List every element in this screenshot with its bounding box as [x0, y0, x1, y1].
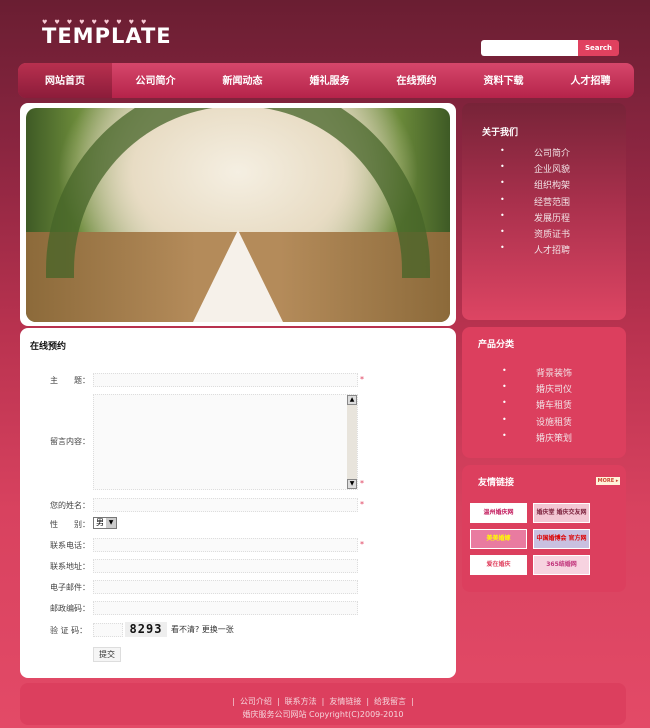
about-link[interactable]: • 资质证书 — [500, 227, 570, 243]
required-mark: * — [360, 540, 364, 549]
footer-links: | 公司介绍 | 联系方法 | 友情链接 | 给我留言 | — [232, 697, 414, 706]
bullet-icon: • — [502, 430, 507, 440]
product-link[interactable]: • 婚庆司仪 — [502, 382, 572, 398]
links-panel: 友情链接 MORE ▸ 温州婚庆网 wzmarry.com 婚庆堂 婚庆交友网站… — [462, 465, 626, 592]
wedding-hall-image — [26, 108, 450, 322]
required-mark: * — [360, 479, 364, 488]
product-link[interactable]: • 背景装饰 — [502, 366, 572, 382]
products-title: 产品分类 — [478, 340, 515, 350]
about-link[interactable]: • 企业风貌 — [500, 162, 570, 178]
required-mark: * — [360, 375, 364, 384]
subject-input[interactable] — [93, 373, 358, 387]
form-title: 在线预约 — [30, 342, 67, 352]
required-mark: * — [360, 500, 364, 509]
bullet-icon: • — [500, 243, 505, 253]
captcha-input[interactable] — [93, 623, 123, 637]
nav-about[interactable]: 公司简介 — [112, 63, 199, 98]
submit-button[interactable]: 提交 — [93, 647, 121, 662]
about-link[interactable]: • 人才招聘 — [500, 243, 570, 259]
bullet-icon: • — [500, 146, 505, 155]
footer-link[interactable]: 给我留言 — [374, 697, 406, 706]
bullet-icon: • — [500, 178, 505, 188]
phone-input[interactable] — [93, 538, 358, 552]
more-button[interactable]: MORE ▸ — [596, 477, 620, 485]
logo-hearts-icon: ♥♥♥♥♥♥♥♥♥ — [42, 19, 154, 26]
name-input[interactable] — [93, 498, 358, 512]
about-link[interactable]: • 经营范围 — [500, 195, 570, 211]
product-link[interactable]: • 设施租赁 — [502, 415, 572, 431]
nav-jobs[interactable]: 人才招聘 — [547, 63, 634, 98]
nav-booking[interactable]: 在线预约 — [373, 63, 460, 98]
footer-link[interactable]: 友情链接 — [329, 697, 361, 706]
nav-news[interactable]: 新闻动态 — [199, 63, 286, 98]
scroll-down-icon[interactable]: ▼ — [347, 479, 357, 489]
footer-link[interactable]: 联系方法 — [285, 697, 317, 706]
logo-text: TEMPLATE — [42, 24, 172, 48]
banner — [20, 103, 456, 326]
scroll-up-icon[interactable]: ▲ — [347, 395, 357, 405]
bullet-icon: • — [502, 398, 507, 408]
products-panel: 产品分类 • 背景装饰 • 婚庆司仪 • 婚车租赁 • 设施租赁 • 婚庆策划 — [462, 327, 626, 458]
footer-link[interactable]: 公司介绍 — [240, 697, 272, 706]
booking-form: 在线预约 主 题： * 留言内容： ▲ ▼ * 您的姓名： * 性 别： 男 ▼ 联… — [20, 328, 456, 678]
about-link[interactable]: • 组织构架 — [500, 178, 570, 194]
scrollbar[interactable]: ▲ ▼ — [347, 395, 357, 489]
link-banner[interactable]: 美美婚嫁 — [470, 529, 527, 549]
product-link[interactable]: • 婚车租赁 — [502, 398, 572, 414]
nav-home[interactable]: 网站首页 — [18, 63, 112, 98]
link-banner[interactable]: 中国婚博会 官方网站 — [533, 529, 590, 549]
copyright: 婚庆服务公司网站 Copyright(C)2009-2010 — [242, 710, 404, 719]
about-link[interactable]: • 公司简介 — [500, 146, 570, 162]
link-banner[interactable]: 婚庆堂 婚庆交友网站搜索 — [533, 503, 590, 523]
bullet-icon: • — [502, 366, 507, 375]
gender-select[interactable]: 男 ▼ — [93, 517, 117, 529]
bullet-icon: • — [500, 194, 505, 204]
gender-value: 男 — [96, 518, 104, 527]
logo[interactable]: ♥♥♥♥♥♥♥♥♥ TEMPLATE — [42, 19, 172, 48]
links-title: 友情链接 — [478, 478, 515, 488]
nav-downloads[interactable]: 资料下载 — [460, 63, 547, 98]
zip-input[interactable] — [93, 601, 358, 615]
main-nav: 网站首页 公司简介 新闻动态 婚礼服务 在线预约 资料下载 人才招聘 — [18, 63, 634, 98]
about-panel: 关于我们 • 公司简介 • 企业风貌 • 组织构架 • 经营范围 • 发展历程 • 资质证书… — [462, 103, 626, 320]
captcha-image: 8293 — [125, 622, 167, 637]
chevron-down-icon: ▼ — [106, 518, 116, 528]
search-button[interactable]: Search — [578, 40, 619, 56]
bullet-icon: • — [502, 382, 507, 392]
link-banner[interactable]: 爱在婚庆 wzmarry.com — [470, 555, 527, 575]
search-input[interactable] — [481, 40, 578, 56]
captcha-refresh-link[interactable]: 看不清? 更换一张 — [171, 624, 234, 635]
nav-services[interactable]: 婚礼服务 — [286, 63, 373, 98]
bullet-icon: • — [500, 210, 505, 220]
product-link[interactable]: • 婚庆策划 — [502, 431, 572, 447]
email-input[interactable] — [93, 580, 358, 594]
about-link[interactable]: • 发展历程 — [500, 211, 570, 227]
link-banner[interactable]: 365结婚网 — [533, 555, 590, 575]
link-banner[interactable]: 温州婚庆网 wzmarry.com — [470, 503, 527, 523]
address-input[interactable] — [93, 559, 358, 573]
content-textarea[interactable]: ▲ ▼ — [93, 394, 358, 490]
about-title: 关于我们 — [482, 128, 519, 138]
footer: | 公司介绍 | 联系方法 | 友情链接 | 给我留言 | 婚庆服务公司网站 Copyright… — [20, 683, 626, 725]
bullet-icon: • — [500, 226, 505, 236]
bullet-icon: • — [502, 414, 507, 424]
bullet-icon: • — [500, 162, 505, 172]
